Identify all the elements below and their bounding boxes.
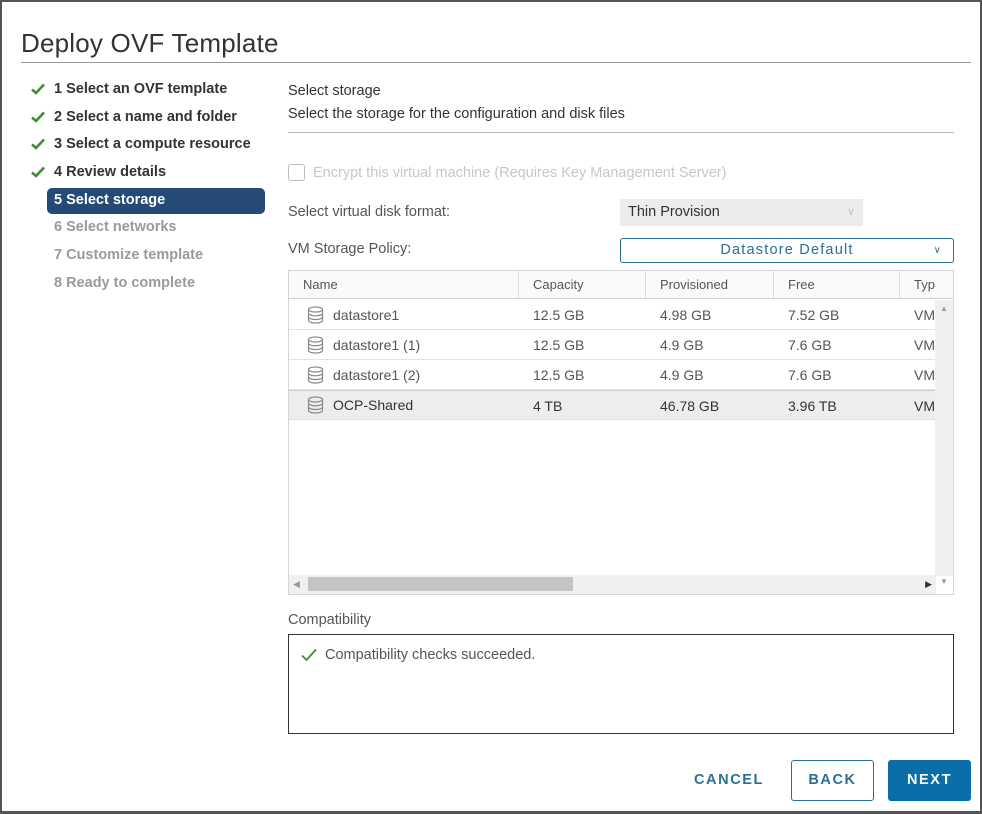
cell-provisioned: 4.98 GB — [660, 307, 712, 323]
step-select-networks: 6 Select networks — [28, 214, 268, 242]
grid-body: datastore1 12.5 GB 4.98 GB 7.52 GB VM da… — [289, 300, 936, 420]
vertical-scrollbar[interactable]: ▲ ▼ — [935, 300, 953, 586]
cell-provisioned: 46.78 GB — [660, 398, 720, 414]
scroll-up-arrow-icon[interactable]: ▲ — [935, 302, 953, 316]
step-select-compute-resource[interactable]: 3 Select a compute resource — [28, 131, 268, 159]
cell-capacity: 12.5 GB — [533, 307, 585, 323]
datastore-name: datastore1 (2) — [333, 366, 421, 383]
cell-provisioned: 4.9 GB — [660, 337, 704, 353]
chevron-down-icon: ∨ — [933, 245, 941, 256]
dialog-title: Deploy OVF Template — [21, 28, 279, 58]
table-row[interactable]: datastore1 12.5 GB 4.98 GB 7.52 GB VM — [289, 300, 936, 330]
column-header-provisioned[interactable]: Provisioned — [646, 271, 774, 299]
datastore-icon — [307, 305, 324, 324]
disk-format-label: Select virtual disk format: — [288, 204, 450, 220]
check-icon — [30, 76, 46, 102]
encrypt-vm-label: Encrypt this virtual machine (Requires K… — [313, 164, 727, 181]
chevron-down-icon: ∨ — [846, 206, 855, 218]
scroll-left-arrow-icon[interactable]: ◀ — [293, 575, 300, 594]
check-icon — [30, 131, 46, 157]
step-label: 5 Select storage — [54, 191, 166, 208]
datastore-grid: Name Capacity Provisioned Free Typ datas… — [288, 270, 954, 595]
cell-name: datastore1 (1) — [289, 330, 519, 359]
cell-type: VM — [914, 307, 935, 323]
table-row-selected[interactable]: OCP-Shared 4 TB 46.78 GB 3.96 TB VM — [289, 390, 936, 420]
step-select-ovf-template[interactable]: 1 Select an OVF template — [28, 76, 268, 104]
next-button[interactable]: NEXT — [888, 760, 971, 801]
step-customize-template: 7 Customize template — [28, 242, 268, 270]
step-label: 6 Select networks — [54, 219, 177, 236]
encrypt-vm-option: Encrypt this virtual machine (Requires K… — [288, 164, 726, 181]
compatibility-text: Compatibility checks succeeded. — [325, 647, 536, 663]
cell-type: VM — [914, 398, 935, 414]
cell-free: 3.96 TB — [788, 398, 837, 414]
encrypt-vm-checkbox[interactable] — [288, 164, 305, 181]
step-label: 4 Review details — [54, 164, 167, 181]
back-button[interactable]: BACK — [791, 760, 874, 801]
cancel-button[interactable]: CANCEL — [682, 760, 776, 801]
cell-free: 7.52 GB — [788, 307, 840, 323]
table-row[interactable]: datastore1 (2) 12.5 GB 4.9 GB 7.6 GB VM — [289, 360, 936, 390]
check-icon — [30, 104, 46, 130]
horizontal-scroll-thumb[interactable] — [308, 577, 573, 591]
datastore-name: datastore1 (1) — [333, 336, 421, 353]
datastore-icon — [307, 396, 324, 414]
cell-capacity: 12.5 GB — [533, 367, 585, 383]
section-subtitle: Select the storage for the configuration… — [288, 106, 625, 122]
cell-capacity: 12.5 GB — [533, 337, 585, 353]
section-title: Select storage — [288, 83, 381, 99]
cell-provisioned: 4.9 GB — [660, 367, 704, 383]
step-label: 2 Select a name and folder — [54, 108, 237, 125]
deploy-ovf-dialog: Deploy OVF Template 1 Select an OVF temp… — [0, 0, 982, 814]
cell-free: 7.6 GB — [788, 337, 832, 353]
step-select-name-folder[interactable]: 2 Select a name and folder — [28, 104, 268, 132]
datastore-icon — [307, 335, 324, 354]
wizard-steps: 1 Select an OVF template 2 Select a name… — [28, 76, 268, 298]
datastore-name: OCP-Shared — [333, 397, 414, 413]
storage-policy-value: Datastore Default — [720, 242, 854, 258]
step-select-storage[interactable]: 5 Select storage — [28, 187, 268, 215]
storage-policy-label: VM Storage Policy: — [288, 241, 412, 257]
step-label: 3 Select a compute resource — [54, 136, 251, 153]
datastore-icon — [307, 365, 324, 384]
cell-capacity: 4 TB — [533, 398, 563, 414]
title-divider — [21, 62, 971, 63]
cell-type: VM — [914, 367, 935, 383]
step-label: 8 Ready to complete — [54, 274, 196, 291]
disk-format-select: Thin Provision ∨ — [620, 199, 863, 226]
column-header-name[interactable]: Name — [289, 271, 519, 299]
step-label: 7 Customize template — [54, 247, 204, 264]
select-storage-panel: Select storage Select the storage for th… — [288, 80, 954, 734]
scroll-right-arrow-icon[interactable]: ▶ — [925, 575, 932, 594]
compatibility-label: Compatibility — [288, 612, 371, 628]
compatibility-box: Compatibility checks succeeded. — [288, 634, 954, 734]
cell-free: 7.6 GB — [788, 367, 832, 383]
step-label: 1 Select an OVF template — [54, 81, 228, 97]
check-icon — [301, 648, 317, 662]
grid-header: Name Capacity Provisioned Free Typ — [289, 271, 953, 299]
scroll-down-arrow-icon[interactable]: ▼ — [935, 575, 953, 589]
step-review-details[interactable]: 4 Review details — [28, 159, 268, 187]
datastore-name: datastore1 — [333, 306, 400, 323]
compatibility-message: Compatibility checks succeeded. — [301, 647, 535, 663]
cell-name: OCP-Shared — [289, 391, 519, 419]
horizontal-scrollbar[interactable]: ◀ ▶ — [289, 575, 936, 594]
column-header-free[interactable]: Free — [774, 271, 900, 299]
cell-type: VM — [914, 337, 935, 353]
column-header-capacity[interactable]: Capacity — [519, 271, 646, 299]
column-header-type[interactable]: Typ — [900, 271, 953, 299]
cell-name: datastore1 (2) — [289, 360, 519, 389]
disk-format-value: Thin Provision — [628, 204, 720, 220]
table-row[interactable]: datastore1 (1) 12.5 GB 4.9 GB 7.6 GB VM — [289, 330, 936, 360]
cell-name: datastore1 — [289, 300, 519, 329]
storage-policy-select[interactable]: Datastore Default ∨ — [620, 238, 954, 263]
step-ready-to-complete: 8 Ready to complete — [28, 270, 268, 298]
section-divider — [288, 132, 954, 133]
check-icon — [30, 159, 46, 185]
